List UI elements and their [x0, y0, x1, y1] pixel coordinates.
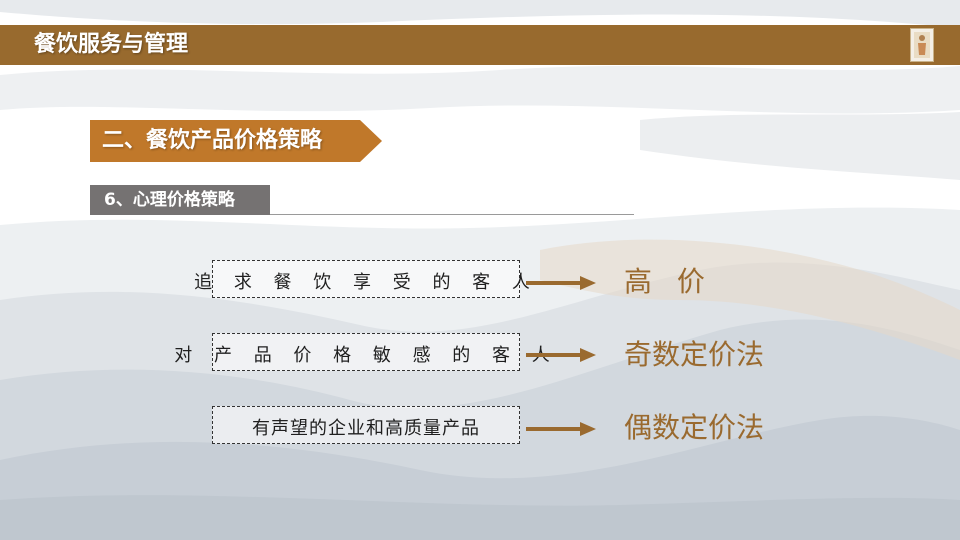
arrow-icon-2 [526, 348, 596, 362]
customer-label-3: 有声望的企业和高质量产品 [252, 418, 480, 439]
customer-box-1: 追 求 餐 饮 享 受 的 客 人 [194, 260, 530, 298]
subsection-title: 6、心理价格策略 [104, 190, 235, 210]
subsection-underline [270, 214, 634, 215]
strategy-label-3: 偶数定价法 [624, 411, 765, 444]
strategy-label-1: 高 价 [624, 265, 713, 298]
customer-label-2: 对 产 品 价 格 敏 感 的 客 人 [174, 345, 558, 366]
arrow-icon-1 [526, 276, 596, 290]
logo-image [910, 28, 934, 62]
customer-box-3: 有声望的企业和高质量产品 [212, 406, 520, 444]
arrow-icon-3 [526, 422, 596, 436]
customer-box-2: 对 产 品 价 格 敏 感 的 客 人 [174, 333, 550, 371]
header-bar: 餐饮服务与管理 [0, 25, 960, 65]
customer-label-1: 追 求 餐 饮 享 受 的 客 人 [194, 272, 538, 293]
strategy-label-2: 奇数定价法 [624, 338, 765, 371]
presentation-title: 餐饮服务与管理 [34, 32, 189, 57]
section-title: 二、餐饮产品价格策略 [102, 128, 323, 153]
